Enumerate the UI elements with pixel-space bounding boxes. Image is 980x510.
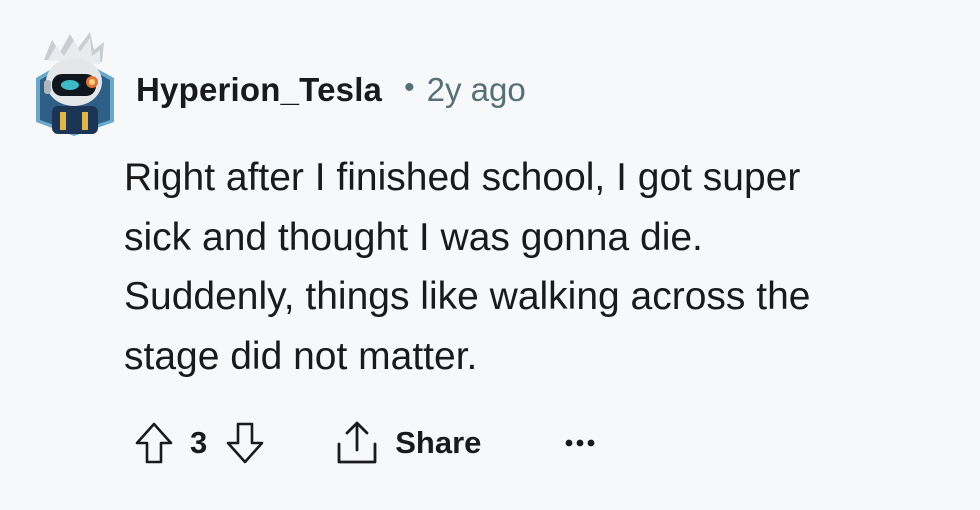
comment-body: Right after I finished school, I got sup… (124, 148, 944, 386)
downvote-button[interactable] (221, 419, 269, 467)
user-avatar[interactable] (30, 30, 118, 138)
arrow-up-outline-icon (135, 422, 173, 464)
comment-line: Suddenly, things like walking across the (124, 275, 811, 318)
timestamp[interactable]: 2y ago (427, 71, 526, 109)
comment-line: sick and thought I was gonna die. (124, 215, 703, 259)
separator-dot: • (404, 71, 415, 104)
comment: Hyperion_Tesla • 2y ago Right after I fi… (0, 0, 980, 510)
vote-score: 3 (190, 425, 208, 460)
upvote-button[interactable] (130, 419, 178, 467)
share-label: Share (395, 425, 482, 460)
username-link[interactable]: Hyperion_Tesla (136, 71, 382, 109)
share-upload-icon (337, 421, 377, 464)
comment-line: stage did not matter. (124, 334, 478, 378)
comment-header: Hyperion_Tesla • 2y ago (136, 68, 526, 112)
share-button[interactable]: Share (335, 420, 481, 466)
comment-action-bar: 3 Share (130, 414, 595, 472)
more-options-button[interactable] (565, 423, 595, 463)
comment-line: Right after I finished school, I got sup… (124, 156, 801, 199)
ellipsis-icon (566, 439, 595, 447)
arrow-down-outline-icon (226, 422, 264, 464)
